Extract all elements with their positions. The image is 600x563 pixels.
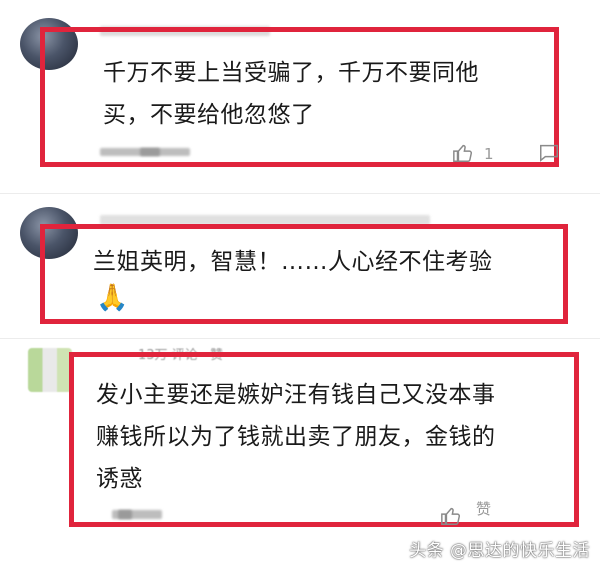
comment-divider — [0, 193, 600, 194]
comment-text: 千万不要上当受骗了，千万不要同他 买，不要给他忽悠了 — [103, 52, 479, 136]
comment-1: 千万不要上当受骗了，千万不要同他 买，不要给他忽悠了 1 — [0, 0, 600, 190]
avatar[interactable] — [28, 348, 72, 392]
comment-line: 买，不要给他忽悠了 — [103, 102, 315, 128]
comment-text: 发小主要还是嫉妒汪有钱自己又没本事 赚钱所以为了钱就出卖了朋友，金钱的 诱惑 — [96, 374, 496, 500]
like-label[interactable]: 赞 — [476, 498, 491, 519]
comment-text: 兰姐英明，智慧！……人心经不住考验 — [93, 241, 493, 283]
location-redacted — [140, 148, 160, 156]
watermark: 头条 @思达的快乐生活 — [409, 541, 590, 561]
thumbs-up-icon[interactable] — [440, 505, 462, 527]
praying-hands-icon: 🙏 — [96, 283, 129, 313]
comment-line: 赚钱所以为了钱就出卖了朋友，金钱的 — [96, 424, 496, 450]
comment-line: 兰姐英明，智慧！……人心经不住考验 — [93, 249, 493, 275]
like-count: 1 — [484, 145, 494, 163]
comment-line: 发小主要还是嫉妒汪有钱自己又没本事 — [96, 382, 496, 408]
thumbs-up-icon[interactable] — [452, 142, 474, 164]
comment-line: 千万不要上当受骗了，千万不要同他 — [103, 60, 479, 86]
comment-2: 兰姐英明，智慧！……人心经不住考验 🙏 — [0, 195, 600, 345]
comment-3: 13万 评论 · 赞 发小主要还是嫉妒汪有钱自己又没本事 赚钱所以为了钱就出卖了… — [0, 340, 600, 563]
location-redacted — [118, 510, 132, 519]
comment-divider — [0, 338, 600, 339]
reply-icon[interactable] — [538, 142, 560, 164]
comment-line: 诱惑 — [96, 466, 143, 492]
